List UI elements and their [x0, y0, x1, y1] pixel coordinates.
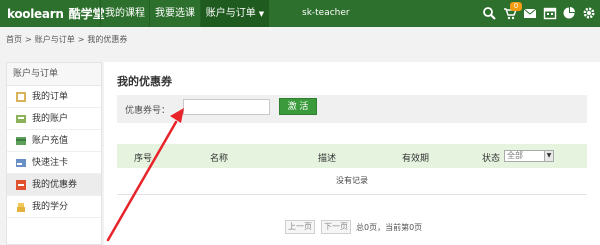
username[interactable]: sk-teacher: [302, 0, 350, 27]
koolearn-logo[interactable]: koolearn 酷学堂: [7, 5, 105, 22]
top-navigation-bar: koolearn 酷学堂 我的课程 我要选课 账户与订单 ▼ sk-teacher …: [0, 0, 600, 27]
settings-icon[interactable]: [582, 6, 596, 20]
next-page-button[interactable]: 下一页: [321, 220, 351, 234]
sidebar-item-my-account[interactable]: 我的账户: [7, 108, 101, 130]
sidebar-item-label: 我的优惠券: [32, 180, 78, 190]
account-icon: [16, 115, 26, 123]
calendar-icon[interactable]: [543, 6, 557, 20]
column-validity: 有效期: [402, 154, 430, 164]
sidebar-item-label: 我的学分: [32, 202, 69, 212]
sidebar-item-my-coupons[interactable]: 我的优惠券: [7, 174, 101, 196]
coupon-main-panel: 我的优惠券 优惠券号： 激 活 序号 名称 描述 有效期 状态 全部 ▼ 没有记…: [104, 62, 600, 245]
credits-icon: [17, 203, 25, 212]
prev-page-button[interactable]: 上一页: [285, 220, 315, 234]
empty-records-message: 没有记录: [117, 171, 587, 195]
breadcrumb-current: 我的优惠券: [87, 35, 128, 44]
sidebar-item-label: 快速注卡: [32, 158, 69, 168]
status-filter-select[interactable]: 全部 ▼: [504, 150, 554, 162]
breadcrumb: 首页 > 账户与订单 > 我的优惠券: [6, 35, 128, 44]
sidebar-item-quick-card[interactable]: 快速注卡: [7, 152, 101, 174]
column-index: 序号: [134, 154, 153, 164]
account-sidebar: 账户与订单 我的订单 我的账户 账户充值 快速注卡 我的优惠券 我的学分: [6, 62, 102, 245]
sidebar-item-recharge[interactable]: 账户充值: [7, 130, 101, 152]
card-icon: [16, 159, 26, 167]
page-title: 我的优惠券: [117, 75, 172, 88]
activate-button[interactable]: 激 活: [279, 98, 317, 115]
column-status: 状态: [482, 154, 501, 164]
breadcrumb-home[interactable]: 首页: [6, 35, 22, 44]
coupon-icon: [16, 180, 26, 190]
recharge-icon: [16, 137, 26, 145]
nav-my-courses[interactable]: 我的课程: [101, 0, 149, 27]
status-filter-value: 全部: [507, 151, 523, 160]
dropdown-arrow-icon: ▼: [544, 151, 553, 161]
mail-icon[interactable]: [523, 6, 537, 20]
sidebar-item-label: 我的账户: [32, 114, 69, 124]
column-name: 名称: [210, 154, 229, 164]
sidebar-item-my-orders[interactable]: 我的订单: [7, 86, 101, 108]
coupon-code-input[interactable]: [183, 99, 270, 115]
nav-account-orders[interactable]: 账户与订单 ▼: [201, 0, 269, 27]
breadcrumb-account-orders[interactable]: 账户与订单: [35, 35, 75, 44]
cart-count-badge: 0: [510, 2, 522, 11]
logo-word: koolearn: [7, 7, 64, 21]
search-icon[interactable]: [482, 6, 496, 20]
coupon-code-label: 优惠券号：: [125, 106, 171, 116]
nav-select-courses[interactable]: 我要选课: [150, 0, 200, 27]
column-description: 描述: [318, 154, 337, 164]
caret-down-icon: ▼: [258, 10, 265, 18]
page-info: 总0页，当前第0页: [356, 223, 423, 232]
sidebar-item-label: 账户充值: [32, 136, 69, 146]
sidebar-title: 账户与订单: [7, 63, 101, 86]
nav-account-orders-label: 账户与订单: [205, 8, 256, 19]
chart-icon[interactable]: [562, 6, 576, 20]
coupon-table-header: 序号 名称 描述 有效期 状态 全部 ▼: [117, 144, 587, 168]
sidebar-item-label: 我的订单: [32, 92, 69, 102]
sidebar-item-my-credits[interactable]: 我的学分: [7, 196, 101, 218]
order-icon: [16, 92, 26, 102]
coupon-activate-form: 优惠券号： 激 活: [117, 95, 587, 123]
